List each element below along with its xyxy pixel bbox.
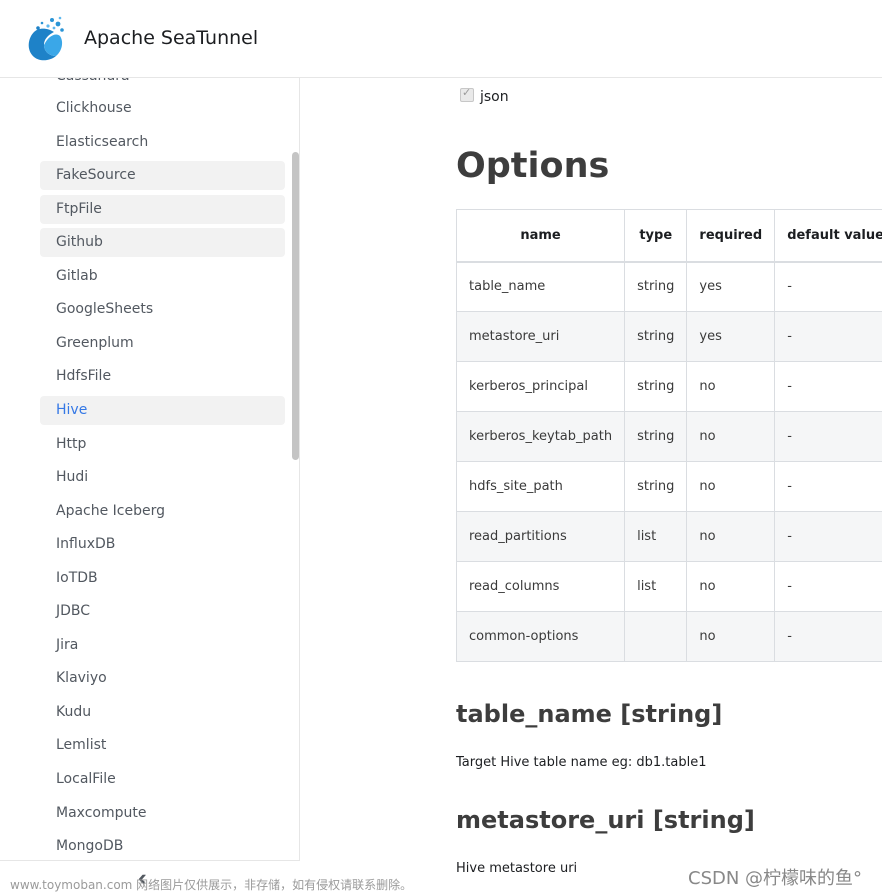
- table-row: common-options no -: [455, 611, 882, 662]
- sidebar-item-maxcompute[interactable]: Maxcompute: [40, 799, 285, 828]
- cell-default-value: -: [774, 461, 882, 512]
- table-row: kerberos_keytab_path string no -: [455, 411, 882, 462]
- cell-required: yes: [686, 311, 776, 362]
- cell-name: table_name: [455, 261, 626, 312]
- cell-default-value: -: [774, 261, 882, 312]
- cell-type: string: [624, 461, 688, 512]
- cell-default-value: -: [774, 511, 882, 562]
- sidebar-item-hudi[interactable]: Hudi: [40, 463, 285, 492]
- section-title-metastore-uri: metastore_uri [string]: [456, 806, 755, 834]
- column-header-type: type: [624, 209, 688, 263]
- sidebar-item-influxdb[interactable]: InfluxDB: [40, 530, 285, 559]
- cell-name: metastore_uri: [455, 311, 626, 362]
- section-title-table-name: table_name [string]: [456, 700, 723, 728]
- cell-name: read_columns: [455, 561, 626, 612]
- sidebar-item-googlesheets[interactable]: GoogleSheets: [40, 295, 285, 324]
- table-row: read_partitions list no -: [455, 511, 882, 562]
- sidebar: Cassandra Clickhouse Elasticsearch FakeSou…: [0, 78, 300, 894]
- sidebar-item-hdfsfile[interactable]: HdfsFile: [40, 362, 285, 391]
- sidebar-item-greenplum[interactable]: Greenplum: [40, 329, 285, 358]
- cell-type: string: [624, 361, 688, 412]
- json-checkbox-label: json: [480, 89, 509, 105]
- table-row: read_columns list no -: [455, 561, 882, 612]
- table-row: hdfs_site_path string no -: [455, 461, 882, 512]
- cell-name: kerberos_principal: [455, 361, 626, 412]
- cell-required: no: [686, 411, 776, 462]
- json-checkbox-row: json: [460, 86, 509, 105]
- sidebar-item-fakesource[interactable]: FakeSource: [40, 161, 285, 191]
- sidebar-item-clickhouse[interactable]: Clickhouse: [40, 94, 285, 123]
- sidebar-scrollbar[interactable]: [292, 152, 299, 460]
- navbar: Apache SeaTunnel: [0, 0, 882, 78]
- column-header-default-value: default value: [774, 209, 882, 263]
- cell-required: no: [686, 611, 776, 662]
- sidebar-item-ftpfile[interactable]: FtpFile: [40, 194, 285, 224]
- brand-title[interactable]: Apache SeaTunnel: [84, 27, 258, 49]
- cell-type: [624, 611, 688, 662]
- cell-required: yes: [686, 261, 776, 312]
- cell-type: string: [624, 311, 688, 362]
- cell-type: list: [624, 511, 688, 562]
- cell-type: string: [624, 411, 688, 462]
- sidebar-item-kudu[interactable]: Kudu: [40, 698, 285, 727]
- sidebar-item-apache-iceberg[interactable]: Apache Iceberg: [40, 497, 285, 526]
- column-header-name: name: [455, 209, 626, 263]
- column-header-required: required: [686, 209, 776, 263]
- section-desc-table-name: Target Hive table name eg: db1.table1: [456, 755, 707, 770]
- sidebar-item-cassandra[interactable]: Cassandra: [40, 78, 285, 91]
- table-row: kerberos_principal string no -: [455, 361, 882, 412]
- cell-type: list: [624, 561, 688, 612]
- watermark-left: www.toymoban.com 网络图片仅供展示，非存储，如有侵权请联系删除。: [10, 878, 413, 892]
- cell-required: no: [686, 461, 776, 512]
- cell-default-value: -: [774, 361, 882, 412]
- sidebar-item-jdbc[interactable]: JDBC: [40, 597, 285, 626]
- json-checkbox[interactable]: [460, 86, 474, 102]
- sidebar-item-localfile[interactable]: LocalFile: [40, 765, 285, 794]
- sidebar-item-hive[interactable]: Hive: [40, 395, 285, 425]
- main-content: json Options name type required default …: [300, 78, 882, 894]
- options-heading: Options: [456, 146, 610, 186]
- table-row: table_name string yes -: [455, 261, 882, 312]
- cell-required: no: [686, 561, 776, 612]
- cell-name: common-options: [455, 611, 626, 662]
- cell-default-value: -: [774, 411, 882, 462]
- sidebar-item-mongodb[interactable]: MongoDB: [40, 832, 285, 861]
- section-desc-metastore-uri: Hive metastore uri: [456, 861, 578, 876]
- cell-type: string: [624, 261, 688, 312]
- seatunnel-logo-icon[interactable]: [24, 12, 68, 64]
- table-row: metastore_uri string yes -: [455, 311, 882, 362]
- cell-required: no: [686, 361, 776, 412]
- cell-default-value: -: [774, 611, 882, 662]
- cell-name: kerberos_keytab_path: [455, 411, 626, 462]
- cell-name: hdfs_site_path: [455, 461, 626, 512]
- cell-name: read_partitions: [455, 511, 626, 562]
- options-table-header: name type required default value: [455, 209, 882, 263]
- sidebar-item-lemlist[interactable]: Lemlist: [40, 731, 285, 760]
- sidebar-item-gitlab[interactable]: Gitlab: [40, 262, 285, 291]
- sidebar-item-jira[interactable]: Jira: [40, 631, 285, 660]
- sidebar-item-github[interactable]: Github: [40, 228, 285, 258]
- watermark-right: CSDN @柠檬味的鱼°: [688, 868, 863, 889]
- cell-default-value: -: [774, 561, 882, 612]
- sidebar-item-klaviyo[interactable]: Klaviyo: [40, 664, 285, 693]
- sidebar-item-http[interactable]: Http: [40, 430, 285, 459]
- cell-default-value: -: [774, 311, 882, 362]
- sidebar-item-iotdb[interactable]: IoTDB: [40, 564, 285, 593]
- sidebar-item-elasticsearch[interactable]: Elasticsearch: [40, 128, 285, 157]
- cell-required: no: [686, 511, 776, 562]
- options-table: name type required default value table_n…: [455, 209, 882, 662]
